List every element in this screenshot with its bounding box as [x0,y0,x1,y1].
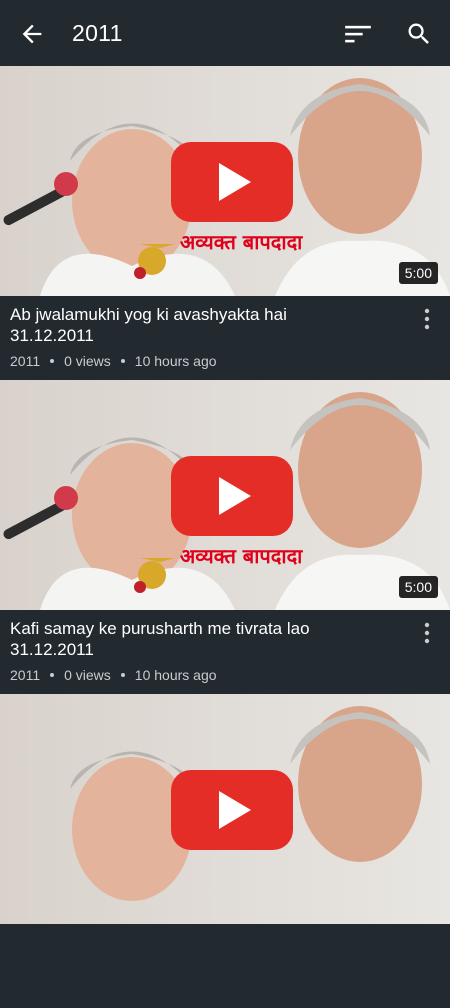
search-icon[interactable] [405,20,433,48]
video-subtitle: 2011 0 views 10 hours ago [10,353,400,369]
video-title-line2: 31.12.2011 [10,640,94,659]
video-title-line2: 31.12.2011 [10,326,94,345]
video-card[interactable]: अव्यक्त बापदादा 5:00 Ab jwalamukhi yog k… [0,66,450,380]
view-count: 0 views [64,353,111,369]
video-meta: Kafi samay ke purusharth me tivrata lao … [0,610,450,694]
separator-dot-icon [120,359,125,363]
video-thumbnail[interactable]: अव्यक्त बापदादा 5:00 [0,66,450,296]
duration-badge: 5:00 [398,576,438,598]
upload-age: 10 hours ago [134,667,217,683]
video-subtitle: 2011 0 views 10 hours ago [10,667,400,683]
video-title-line1: Ab jwalamukhi yog ki avashyakta hai [10,305,287,324]
thumbnail-image [0,694,450,924]
app-bar: 2011 [0,0,450,66]
back-arrow-icon[interactable] [18,20,46,48]
separator-dot-icon [120,673,125,677]
more-options-icon[interactable] [422,622,432,644]
thumbnail-image [0,66,450,296]
channel-name: 2011 [10,667,41,683]
video-title: Ab jwalamukhi yog ki avashyakta hai 31.1… [10,304,400,346]
view-count: 0 views [64,667,111,683]
video-thumbnail[interactable] [0,694,450,924]
sort-icon[interactable] [344,22,372,46]
video-card[interactable]: अव्यक्त बापदादा 5:00 Kafi samay ke purus… [0,380,450,694]
separator-dot-icon [50,359,55,363]
video-title: Kafi samay ke purusharth me tivrata lao … [10,618,400,660]
separator-dot-icon [50,673,55,677]
channel-name: 2011 [10,353,41,369]
upload-age: 10 hours ago [134,353,217,369]
video-title-line1: Kafi samay ke purusharth me tivrata lao [10,619,310,638]
thumbnail-caption: अव्यक्त बापदादा [180,544,303,568]
video-meta: Ab jwalamukhi yog ki avashyakta hai 31.1… [0,296,450,380]
duration-badge: 5:00 [398,262,438,284]
thumbnail-image [0,380,450,610]
more-options-icon[interactable] [422,308,432,330]
video-thumbnail[interactable]: अव्यक्त बापदादा 5:00 [0,380,450,610]
page-title: 2011 [72,20,123,46]
thumbnail-caption: अव्यक्त बापदादा [180,230,303,254]
video-card[interactable] [0,694,450,1008]
video-list: अव्यक्त बापदादा 5:00 Ab jwalamukhi yog k… [0,66,450,1008]
